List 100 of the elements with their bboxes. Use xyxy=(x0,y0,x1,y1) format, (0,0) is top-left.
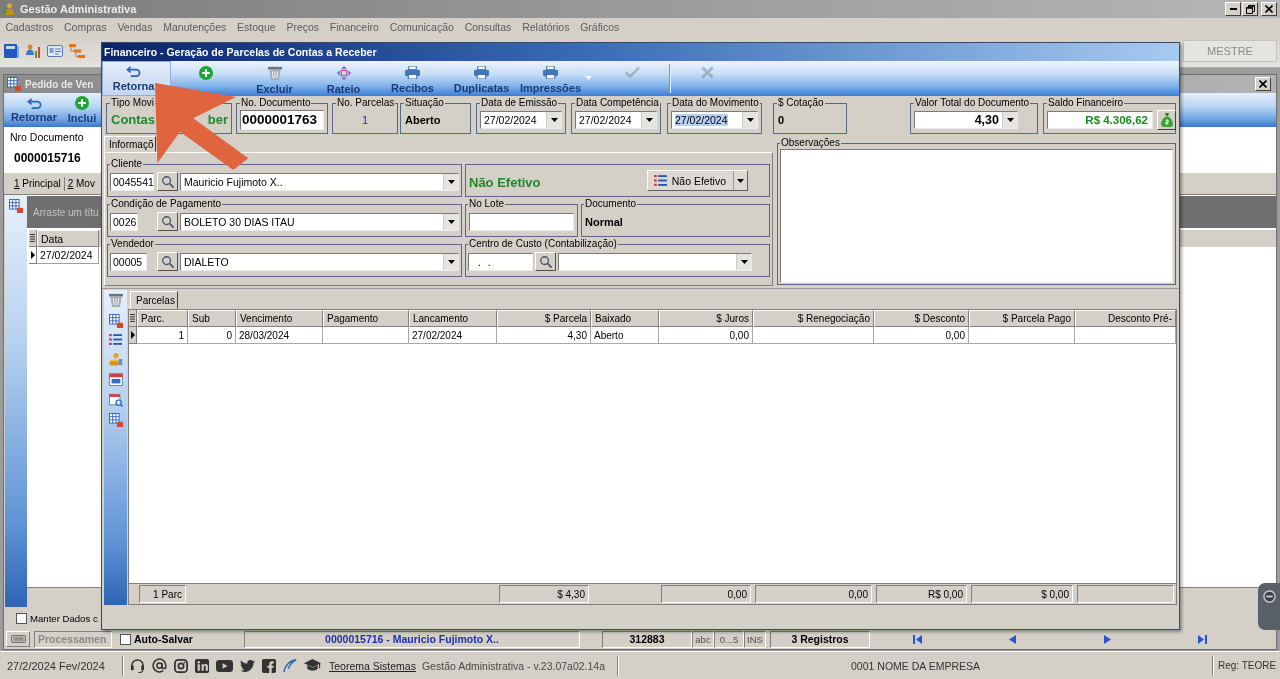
search-button[interactable] xyxy=(535,252,556,271)
restore-button[interactable] xyxy=(1242,2,1258,16)
menu-item[interactable]: Cadastros xyxy=(0,21,59,33)
return-button[interactable]: Retornar xyxy=(6,93,62,127)
checkbox[interactable] xyxy=(16,612,27,624)
menu-item[interactable]: Preços xyxy=(281,21,325,33)
delete-button[interactable]: Excluir xyxy=(240,61,309,96)
batch-field[interactable] xyxy=(469,212,574,231)
print-button[interactable]: Impressões xyxy=(516,61,585,96)
total-field: 0,00 xyxy=(755,585,872,603)
split-button[interactable]: Rateio xyxy=(309,61,378,96)
date-field[interactable]: 27/02/2024 xyxy=(480,110,562,129)
restore-icon xyxy=(1245,4,1255,14)
table-cell: 1 xyxy=(137,327,188,344)
keyboard-button[interactable] xyxy=(6,631,30,647)
menu-item[interactable]: Estoque xyxy=(231,21,281,33)
swoosh-icon[interactable] xyxy=(283,658,297,673)
column-header[interactable]: Baixado xyxy=(591,310,659,327)
instagram-icon[interactable] xyxy=(174,658,188,673)
code-field[interactable]: 0026 xyxy=(110,212,138,231)
seller-dropdown[interactable]: DIALETO xyxy=(180,252,459,271)
menu-item[interactable]: Financeiro xyxy=(324,21,385,33)
client-dropdown[interactable]: Mauricio Fujimoto X.. xyxy=(180,172,459,191)
caret-icon xyxy=(746,117,754,122)
previous-icon[interactable] xyxy=(1009,634,1016,644)
cost-center-code-field[interactable]: . . xyxy=(468,252,533,271)
document-number-field[interactable]: 0000001763 xyxy=(240,109,324,130)
column-header[interactable]: Desconto Pré- xyxy=(1075,310,1176,327)
column-header[interactable]: Data xyxy=(37,230,99,247)
youtube-icon[interactable] xyxy=(216,659,233,672)
facebook-icon[interactable] xyxy=(262,658,276,673)
column-header[interactable]: $ Parcela xyxy=(497,310,591,327)
menu-item[interactable]: Compras xyxy=(58,21,113,33)
card-icon[interactable] xyxy=(47,43,63,58)
menu-item[interactable]: Consultas xyxy=(459,21,517,33)
caret-icon xyxy=(447,259,455,264)
return-arrow-icon xyxy=(126,66,141,77)
at-sign-icon[interactable] xyxy=(152,658,167,673)
book-icon[interactable] xyxy=(3,42,19,59)
menu-item[interactable]: Gráficos xyxy=(574,21,625,33)
people-chart-icon[interactable] xyxy=(25,42,41,59)
minimize-button[interactable] xyxy=(1225,2,1241,16)
column-header[interactable]: $ Parcela Pago xyxy=(969,310,1075,327)
tab[interactable]: Parcelas xyxy=(130,291,178,309)
search-button[interactable] xyxy=(157,172,178,191)
user-label: MESTRE xyxy=(1183,39,1277,62)
code-field: 312883 xyxy=(602,630,692,648)
notes-field[interactable] xyxy=(780,149,1173,283)
cost-center-dropdown[interactable] xyxy=(558,252,752,271)
column-header[interactable]: $ Desconto xyxy=(874,310,969,327)
column-header[interactable]: $ Renegociação xyxy=(753,310,874,327)
tab[interactable]: 1 Principal xyxy=(14,177,61,190)
search-button[interactable] xyxy=(157,252,178,271)
menu-item[interactable]: Comunicação xyxy=(384,21,460,33)
twitter-icon[interactable] xyxy=(240,659,255,672)
side-panel-tab[interactable] xyxy=(1258,583,1280,630)
table-cell: 4,30 xyxy=(497,327,591,344)
graduation-cap-icon[interactable] xyxy=(304,659,321,672)
amount-dropdown[interactable]: 4,30 xyxy=(914,110,1018,129)
registration-text: Reg: TEORE xyxy=(1217,660,1278,671)
column-header[interactable]: Lancamento xyxy=(409,310,497,327)
next-icon[interactable] xyxy=(1104,634,1111,644)
menu-item[interactable]: Relatórios xyxy=(516,21,575,33)
search-button[interactable] xyxy=(157,212,178,231)
close-icon xyxy=(1265,5,1273,13)
first-icon[interactable] xyxy=(913,634,922,644)
linkedin-icon[interactable] xyxy=(195,658,209,673)
column-header[interactable]: Vencimento xyxy=(236,310,323,327)
website-link[interactable]: Teorema Sistemas xyxy=(329,659,416,672)
column-header[interactable]: Sub xyxy=(188,310,236,327)
close-button[interactable] xyxy=(1255,77,1271,91)
code-field[interactable]: 00005 xyxy=(110,252,147,271)
return-button[interactable]: Retorna xyxy=(102,61,171,96)
table-icon xyxy=(108,413,123,427)
installment-count: 1 xyxy=(360,113,370,126)
status-dropdown-button[interactable]: Não Efetivo xyxy=(646,170,748,191)
close-button[interactable] xyxy=(1261,2,1277,16)
checkbox[interactable] xyxy=(120,633,131,645)
column-header[interactable]: $ Juros xyxy=(659,310,753,327)
date-field[interactable]: 27/02/2024 xyxy=(575,110,657,129)
info-tab[interactable]: Informaçõ xyxy=(104,136,156,152)
add-button[interactable]: Inclui xyxy=(64,93,100,127)
menu-item[interactable]: Manutenções xyxy=(157,21,232,33)
headset-icon[interactable] xyxy=(130,658,145,673)
print-button[interactable]: Duplicatas xyxy=(447,61,516,96)
balance-button[interactable] xyxy=(1157,109,1176,130)
column-header[interactable]: Pagamento xyxy=(323,310,409,327)
payment-condition-dropdown[interactable]: BOLETO 30 DIAS ITAU xyxy=(180,212,459,231)
column-header[interactable]: Parc. xyxy=(137,310,188,327)
date-field[interactable]: 27/02/2024 xyxy=(671,110,758,129)
field-label: Saldo Financeiro xyxy=(1047,97,1125,109)
menu-item[interactable]: Vendas xyxy=(112,21,158,33)
field-label: $ Cotação xyxy=(777,97,825,109)
group-hint-text: Arraste um títu xyxy=(33,206,99,218)
code-field[interactable]: 0045541 xyxy=(110,172,154,191)
tab[interactable]: 2 Mov xyxy=(67,177,95,190)
last-icon[interactable] xyxy=(1198,634,1207,644)
minus-circle-icon xyxy=(1262,590,1276,603)
calendar-search-icon xyxy=(108,392,123,407)
print-button[interactable]: Recibos xyxy=(378,61,447,96)
